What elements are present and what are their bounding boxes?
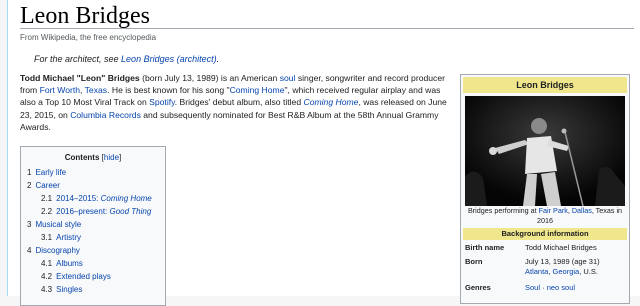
table-of-contents: Contents [hide] 1 Early life 2 Career 2.1 2… [20, 146, 166, 306]
toc-item-singles[interactable]: 4.3 Singles [27, 283, 165, 296]
toc-link[interactable]: Singles [56, 285, 82, 294]
artist-photo[interactable] [465, 96, 625, 206]
toc-link[interactable]: 2014–2015: Coming Home [56, 194, 152, 203]
lead-text: (born July 13, 1989) is an American [139, 73, 280, 83]
lead-paragraph: Todd Michael "Leon" Bridges (born July 1… [20, 72, 454, 133]
genre-separator: · [540, 283, 547, 292]
toc-list: 1 Early life 2 Career 2.1 2014–2015: Coming… [21, 166, 165, 296]
toc-item-discography[interactable]: 4 Discography [27, 244, 165, 257]
row-value: Todd Michael Bridges [525, 243, 597, 252]
toc-link[interactable]: Extended plays [56, 272, 111, 281]
toc-item-albums[interactable]: 4.1 Albums [27, 257, 165, 270]
toc-item-good-thing[interactable]: 2.2 2016–present: Good Thing [27, 205, 165, 218]
row-label: Birth name [465, 243, 505, 252]
toc-title: Contents [64, 153, 100, 162]
site-tagline: From Wikipedia, the free encyclopedia [20, 33, 157, 42]
toc-number: 2 [27, 181, 32, 190]
article-content: Leon Bridges From Wikipedia, the free en… [7, 0, 640, 306]
toc-link-italic: Good Thing [109, 207, 152, 216]
toc-number: 4.3 [41, 285, 53, 294]
caption-text: Bridges performing at [467, 206, 539, 215]
hatnote-prefix: For the architect, see [34, 54, 122, 64]
link-coming-home-song[interactable]: Coming Home [230, 85, 285, 95]
infobox: Leon Bridges Bridges performing at Fair … [460, 74, 630, 304]
hatnote-link[interactable]: Leon Bridges (architect) [121, 54, 217, 64]
toc-number: 2.1 [41, 194, 53, 203]
hatnote-suffix: . [216, 54, 220, 64]
subject-name: Todd Michael "Leon" Bridges [20, 73, 140, 83]
row-value: July 13, 1989 (age 31) Atlanta, Georgia, … [525, 257, 627, 277]
link-genre-soul[interactable]: Soul [525, 283, 540, 292]
toc-item-musical-style[interactable]: 3 Musical style [27, 218, 165, 231]
toc-link[interactable]: Musical style [35, 220, 81, 229]
toc-number: 2.2 [41, 207, 53, 216]
photo-caption: Bridges performing at Fair Park, Dallas,… [463, 206, 627, 226]
lead-text: . He is best known for his song " [107, 85, 230, 96]
toc-link[interactable]: Career [35, 181, 59, 190]
link-soul[interactable]: soul [280, 73, 296, 83]
toc-hide-link[interactable]: hide [104, 153, 119, 162]
toc-link-italic: Coming Home [100, 194, 152, 203]
toc-number: 4.1 [41, 259, 53, 268]
toc-link-text: 2016–present: [56, 207, 110, 216]
toc-number: 4.2 [41, 272, 53, 281]
hatnote: For the architect, see Leon Bridges (arc… [34, 53, 219, 65]
toc-link[interactable]: 2016–present: Good Thing [56, 207, 151, 216]
title-divider [20, 28, 634, 29]
row-label: Born [465, 257, 483, 266]
toc-link-text: 2014–2015: [56, 194, 101, 203]
toc-bracket: ] [119, 153, 122, 162]
toc-link[interactable]: Early life [35, 168, 66, 177]
link-dallas[interactable]: Dallas [572, 206, 592, 215]
row-value: Soul · neo soul [525, 283, 627, 293]
infobox-section-header: Background information [463, 228, 627, 240]
born-date: July 13, 1989 (age 31) [525, 257, 600, 266]
link-texas[interactable]: Texas [85, 85, 107, 95]
toc-item-early-life[interactable]: 1 Early life [27, 166, 165, 179]
toc-number: 1 [27, 168, 32, 177]
album-title: Coming Home [303, 97, 359, 108]
link-genre-neo-soul[interactable]: neo soul [547, 283, 575, 292]
toc-number: 3.1 [41, 233, 53, 242]
link-atlanta[interactable]: Atlanta [525, 267, 548, 276]
toc-link[interactable]: Artistry [56, 233, 81, 242]
performer-photo-illustration [465, 96, 625, 206]
toc-item-career[interactable]: 2 Career [27, 179, 165, 192]
link-coming-home-album[interactable]: Coming Home [304, 97, 359, 107]
link-fort-worth[interactable]: Fort Worth [40, 85, 80, 95]
toc-item-coming-home[interactable]: 2.1 2014–2015: Coming Home [27, 192, 165, 205]
toc-link[interactable]: Discography [35, 246, 79, 255]
toc-item-artistry[interactable]: 3.1 Artistry [27, 231, 165, 244]
link-spotify[interactable]: Spotify [149, 97, 175, 107]
born-country: , U.S. [579, 267, 598, 276]
toc-header: Contents [hide] [21, 151, 165, 164]
toc-link[interactable]: Albums [56, 259, 83, 268]
toc-number: 3 [27, 220, 32, 229]
lead-text: . Bridges' debut album, also titled [174, 97, 304, 108]
row-label: Genres [465, 283, 491, 292]
link-columbia-records[interactable]: Columbia Records [70, 110, 141, 120]
toc-number: 4 [27, 246, 32, 255]
link-georgia[interactable]: Georgia [553, 267, 580, 276]
toc-item-extended-plays[interactable]: 4.2 Extended plays [27, 270, 165, 283]
link-fair-park[interactable]: Fair Park [539, 206, 568, 215]
infobox-title: Leon Bridges [463, 77, 627, 93]
